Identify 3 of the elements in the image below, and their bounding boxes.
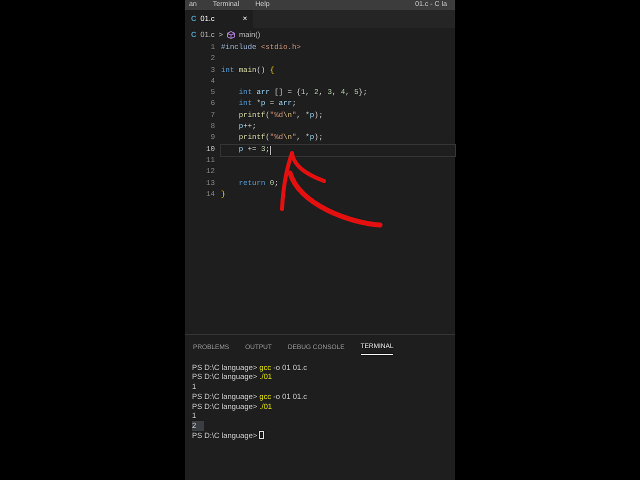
cube-icon [227,31,235,39]
close-icon[interactable]: × [242,13,248,25]
text-cursor [270,146,271,155]
